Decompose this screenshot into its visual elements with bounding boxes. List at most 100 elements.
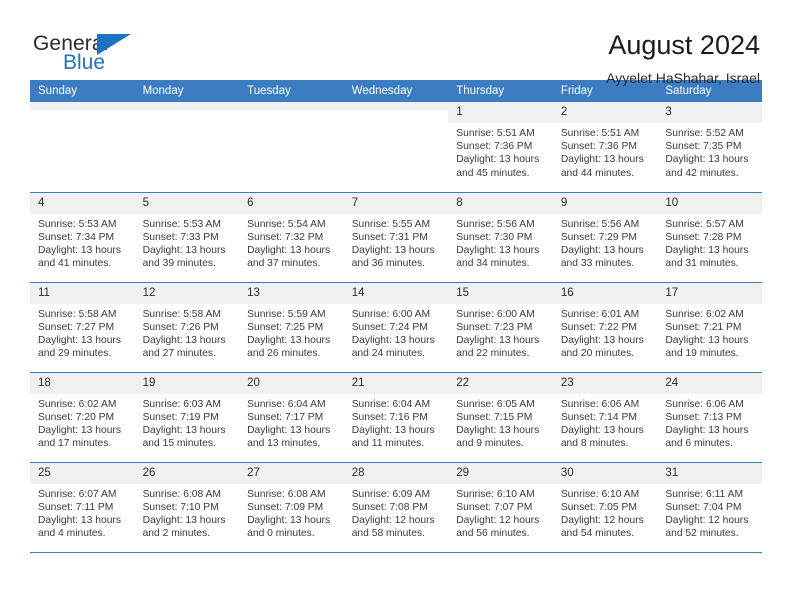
general-blue-logo[interactable]: General Blue	[30, 30, 150, 78]
sunrise-text: Sunrise: 6:11 AM	[665, 488, 744, 500]
calendar-day-cell[interactable]: 6 Sunrise: 5:54 AM Sunset: 7:32 PM Daylight…	[239, 192, 344, 283]
calendar-day-cell[interactable]: 15 Sunrise: 6:00 AM Sunset: 7:23 PM Dayligh…	[448, 282, 553, 373]
calendar-day-cell[interactable]: 14 Sunrise: 6:00 AM Sunset: 7:24 PM Dayligh…	[343, 282, 449, 373]
daylight-text: Daylight: 13 hours and 42 minutes.	[665, 154, 749, 179]
title-block: August 2024 Ayyelet HaShahar, Israel	[606, 30, 762, 88]
calendar-day-cell[interactable]: 20 Sunrise: 6:04 AM Sunset: 7:17 PM Dayligh…	[239, 372, 344, 463]
sunrise-text: Sunrise: 5:59 AM	[247, 308, 326, 320]
daylight-text: Daylight: 13 hours and 36 minutes.	[351, 244, 435, 270]
calendar-day-cell[interactable]: 17 Sunrise: 6:02 AM Sunset: 7:21 PM Dayligh…	[657, 282, 762, 373]
day-number: 17	[657, 282, 762, 304]
calendar-cell-empty	[239, 102, 344, 193]
calendar-day-cell[interactable]: 22 Sunrise: 6:05 AM Sunset: 7:15 PM Dayligh…	[448, 372, 553, 463]
calendar-day-cell[interactable]: 23 Sunrise: 6:06 AM Sunset: 7:14 PM Dayligh…	[552, 372, 658, 463]
day-number: 1	[448, 102, 553, 123]
calendar-day-cell[interactable]: 26 Sunrise: 6:08 AM Sunset: 7:10 PM Dayligh…	[134, 462, 240, 553]
day-info: Sunrise: 5:56 AM Sunset: 7:29 PM Daylight:…	[553, 214, 658, 271]
calendar-body: 1 Sunrise: 5:51 AM Sunset: 7:36 PM Daylight…	[30, 102, 762, 553]
day-number: 23	[552, 372, 658, 394]
day-number: 29	[448, 462, 553, 484]
calendar-day-cell[interactable]: 19 Sunrise: 6:03 AM Sunset: 7:19 PM Dayligh…	[134, 372, 240, 463]
day-info: Sunrise: 6:05 AM Sunset: 7:15 PM Daylight:…	[448, 394, 553, 451]
sunset-text: Sunset: 7:25 PM	[247, 321, 324, 333]
day-cell-inner: 17 Sunrise: 6:02 AM Sunset: 7:21 PM Dayligh…	[657, 282, 762, 372]
calendar-day-cell[interactable]: 18 Sunrise: 6:02 AM Sunset: 7:20 PM Dayligh…	[30, 372, 135, 463]
day-number: 7	[343, 192, 449, 214]
calendar-day-cell[interactable]: 10 Sunrise: 5:57 AM Sunset: 7:28 PM Dayligh…	[657, 192, 762, 283]
day-number: 28	[343, 462, 449, 484]
day-info: Sunrise: 6:00 AM Sunset: 7:23 PM Daylight:…	[448, 304, 553, 361]
calendar-day-cell[interactable]: 11 Sunrise: 5:58 AM Sunset: 7:27 PM Dayligh…	[30, 282, 135, 373]
calendar-day-cell[interactable]: 2 Sunrise: 5:51 AM Sunset: 7:36 PM Daylight…	[552, 102, 658, 193]
day-number: 18	[30, 372, 135, 394]
sunrise-text: Sunrise: 5:53 AM	[38, 218, 117, 230]
sunset-text: Sunset: 7:34 PM	[38, 231, 115, 243]
calendar-day-cell[interactable]: 7 Sunrise: 5:55 AM Sunset: 7:31 PM Daylight…	[343, 192, 449, 283]
calendar-day-cell[interactable]: 4 Sunrise: 5:53 AM Sunset: 7:34 PM Daylight…	[30, 192, 135, 283]
sunrise-text: Sunrise: 6:05 AM	[456, 398, 535, 410]
sunrise-text: Sunrise: 6:08 AM	[247, 488, 326, 500]
calendar-day-cell[interactable]: 12 Sunrise: 5:58 AM Sunset: 7:26 PM Dayligh…	[134, 282, 240, 373]
daylight-text: Daylight: 13 hours and 6 minutes.	[665, 424, 749, 450]
day-cell-inner: 12 Sunrise: 5:58 AM Sunset: 7:26 PM Dayligh…	[134, 282, 240, 372]
day-cell-inner: 21 Sunrise: 6:04 AM Sunset: 7:16 PM Dayligh…	[343, 372, 449, 462]
day-number: 6	[239, 192, 344, 214]
sunrise-text: Sunrise: 6:07 AM	[38, 488, 117, 500]
day-cell-inner: 28 Sunrise: 6:09 AM Sunset: 7:08 PM Dayligh…	[343, 462, 449, 552]
sunrise-text: Sunrise: 5:57 AM	[665, 218, 744, 230]
sunset-text: Sunset: 7:22 PM	[560, 321, 637, 333]
sunrise-text: Sunrise: 5:55 AM	[351, 218, 431, 230]
day-info: Sunrise: 5:58 AM Sunset: 7:26 PM Daylight:…	[135, 304, 240, 361]
sunrise-text: Sunrise: 6:00 AM	[456, 308, 535, 320]
calendar-day-cell[interactable]: 29 Sunrise: 6:10 AM Sunset: 7:07 PM Dayligh…	[448, 462, 553, 553]
daylight-text: Daylight: 13 hours and 37 minutes.	[247, 244, 331, 270]
calendar-day-cell[interactable]: 30 Sunrise: 6:10 AM Sunset: 7:05 PM Dayligh…	[552, 462, 658, 553]
day-number: 4	[30, 192, 135, 214]
sunrise-text: Sunrise: 6:03 AM	[142, 398, 221, 410]
calendar-day-cell[interactable]: 8 Sunrise: 5:56 AM Sunset: 7:30 PM Daylight…	[448, 192, 553, 283]
day-cell-inner: 14 Sunrise: 6:00 AM Sunset: 7:24 PM Dayligh…	[343, 282, 449, 372]
weekday-header-thursday: Thursday	[448, 80, 553, 102]
calendar-day-cell[interactable]: 27 Sunrise: 6:08 AM Sunset: 7:09 PM Dayligh…	[239, 462, 344, 553]
calendar-day-cell[interactable]: 21 Sunrise: 6:04 AM Sunset: 7:16 PM Dayligh…	[343, 372, 449, 463]
sunset-text: Sunset: 7:17 PM	[247, 411, 324, 423]
daylight-text: Daylight: 13 hours and 8 minutes.	[560, 424, 644, 450]
sunrise-text: Sunrise: 5:56 AM	[560, 218, 640, 230]
sunrise-text: Sunrise: 6:01 AM	[560, 308, 640, 320]
day-cell-inner: 4 Sunrise: 5:53 AM Sunset: 7:34 PM Daylight…	[30, 192, 135, 282]
sunset-text: Sunset: 7:05 PM	[560, 501, 637, 513]
daylight-text: Daylight: 13 hours and 39 minutes.	[142, 244, 226, 270]
day-number: 8	[448, 192, 553, 214]
weekday-header-wednesday: Wednesday	[343, 80, 449, 102]
day-cell-inner: 26 Sunrise: 6:08 AM Sunset: 7:10 PM Dayligh…	[134, 462, 240, 552]
daylight-text: Daylight: 13 hours and 11 minutes.	[351, 424, 435, 450]
page-header: General Blue August 2024 Ayyelet HaShaha…	[30, 0, 762, 86]
day-info: Sunrise: 6:08 AM Sunset: 7:10 PM Daylight:…	[135, 484, 240, 541]
calendar-day-cell[interactable]: 31 Sunrise: 6:11 AM Sunset: 7:04 PM Dayligh…	[657, 462, 762, 553]
day-cell-inner: 22 Sunrise: 6:05 AM Sunset: 7:15 PM Dayligh…	[448, 372, 553, 462]
calendar-cell-empty	[134, 102, 240, 193]
day-info: Sunrise: 6:11 AM Sunset: 7:04 PM Daylight:…	[657, 484, 762, 541]
sunset-text: Sunset: 7:09 PM	[247, 501, 324, 513]
sunrise-text: Sunrise: 5:58 AM	[142, 308, 221, 320]
calendar-day-cell[interactable]: 9 Sunrise: 5:56 AM Sunset: 7:29 PM Daylight…	[552, 192, 658, 283]
day-number: 19	[134, 372, 240, 394]
day-number: 25	[30, 462, 135, 484]
calendar-day-cell[interactable]: 1 Sunrise: 5:51 AM Sunset: 7:36 PM Daylight…	[448, 102, 553, 193]
calendar-day-cell[interactable]: 25 Sunrise: 6:07 AM Sunset: 7:11 PM Dayligh…	[30, 462, 135, 553]
day-info: Sunrise: 6:06 AM Sunset: 7:14 PM Daylight:…	[553, 394, 658, 451]
calendar-day-cell[interactable]: 16 Sunrise: 6:01 AM Sunset: 7:22 PM Dayligh…	[552, 282, 658, 373]
calendar-cell-empty	[343, 102, 449, 193]
daylight-text: Daylight: 13 hours and 33 minutes.	[560, 244, 644, 270]
day-cell-inner	[30, 102, 135, 192]
calendar-day-cell[interactable]: 5 Sunrise: 5:53 AM Sunset: 7:33 PM Daylight…	[134, 192, 240, 283]
calendar-day-cell[interactable]: 28 Sunrise: 6:09 AM Sunset: 7:08 PM Dayligh…	[343, 462, 449, 553]
day-cell-inner: 15 Sunrise: 6:00 AM Sunset: 7:23 PM Dayligh…	[448, 282, 553, 372]
weekday-header-tuesday: Tuesday	[239, 80, 344, 102]
calendar-day-cell[interactable]: 13 Sunrise: 5:59 AM Sunset: 7:25 PM Dayligh…	[239, 282, 344, 373]
calendar-day-cell[interactable]: 3 Sunrise: 5:52 AM Sunset: 7:35 PM Daylight…	[657, 102, 762, 193]
sunset-text: Sunset: 7:28 PM	[665, 231, 742, 243]
day-info: Sunrise: 6:01 AM Sunset: 7:22 PM Daylight:…	[553, 304, 658, 361]
calendar-day-cell[interactable]: 24 Sunrise: 6:06 AM Sunset: 7:13 PM Dayligh…	[657, 372, 762, 463]
daylight-text: Daylight: 13 hours and 34 minutes.	[456, 244, 540, 270]
